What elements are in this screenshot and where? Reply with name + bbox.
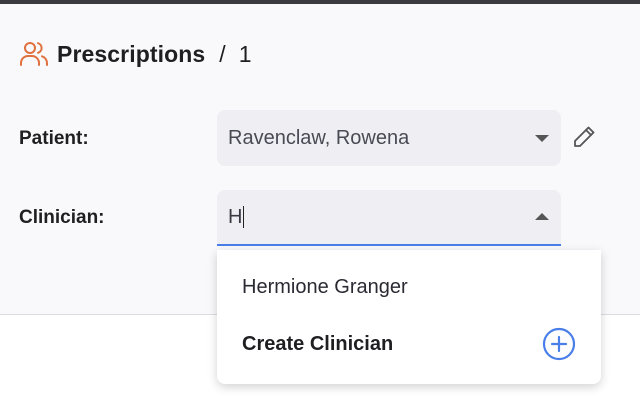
page-title: Prescriptions <box>57 40 206 67</box>
record-number: 1 <box>238 40 252 67</box>
page-header: Prescriptions / 1 <box>18 38 251 70</box>
option-label: Hermione Granger <box>242 275 408 298</box>
chevron-down-icon[interactable] <box>535 135 549 142</box>
breadcrumb-separator: / <box>219 40 226 67</box>
chevron-up-icon[interactable] <box>535 213 549 220</box>
text-cursor <box>243 206 245 228</box>
pencil-icon[interactable] <box>571 124 597 150</box>
people-icon <box>20 42 48 66</box>
patient-value: Ravenclaw, Rowena <box>228 126 410 149</box>
patient-label: Patient: <box>19 128 89 149</box>
dropdown-option-hermione-granger[interactable]: Hermione Granger <box>217 259 601 315</box>
clinician-input[interactable]: H <box>217 190 561 246</box>
clinician-input-value: H <box>228 205 243 228</box>
patient-select[interactable]: Ravenclaw, Rowena <box>217 110 561 166</box>
plus-circle-icon[interactable] <box>542 327 576 361</box>
clinician-input-text[interactable]: H <box>228 205 245 229</box>
clinician-label: Clinician: <box>19 207 105 228</box>
create-clinician-option[interactable]: Create Clinician <box>217 316 601 372</box>
clinician-dropdown: Hermione Granger Create Clinician <box>217 250 601 384</box>
option-label: Create Clinician <box>242 332 394 355</box>
